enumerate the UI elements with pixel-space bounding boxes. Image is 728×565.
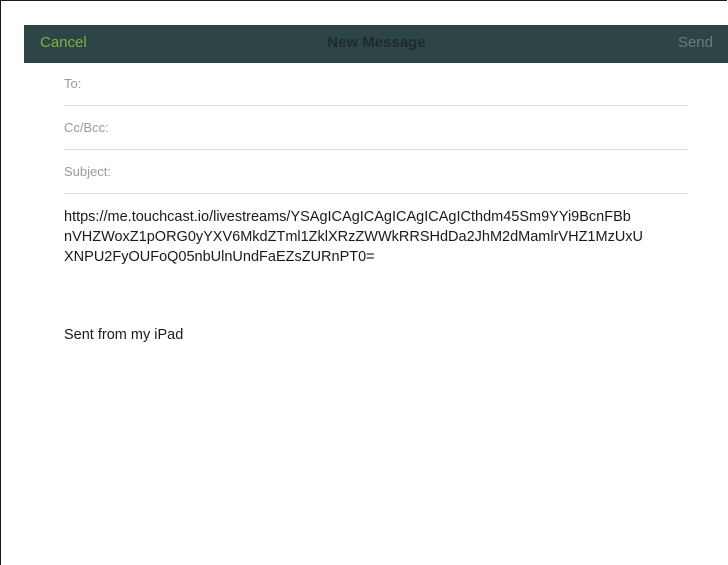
- cc-bcc-field[interactable]: Cc/Bcc:: [64, 107, 688, 150]
- to-field[interactable]: To:: [64, 63, 688, 106]
- message-link-line-1[interactable]: https://me.touchcast.io/livestreams/YSAg…: [64, 207, 694, 227]
- subject-label: Subject:: [64, 164, 111, 179]
- page-title: New Message: [327, 34, 426, 51]
- compose-window: Cancel New Message Send To: Cc/Bcc: Subj…: [0, 0, 728, 565]
- cc-bcc-label: Cc/Bcc:: [64, 120, 109, 135]
- send-button[interactable]: Send: [678, 34, 713, 51]
- email-signature[interactable]: Sent from my iPad: [64, 327, 183, 343]
- message-link-line-2[interactable]: nVHZWoxZ1pORG0yYXV6MkdZTml1ZklXRzZWWkRRS…: [64, 227, 694, 247]
- compose-navbar: Cancel New Message Send: [24, 25, 728, 63]
- subject-field[interactable]: Subject:: [64, 151, 688, 194]
- subject-input[interactable]: [128, 159, 688, 187]
- message-link-line-3[interactable]: XNPU2FyOUFoQ05nbUlnUndFaEZsZURnPT0=: [64, 247, 694, 267]
- message-body[interactable]: https://me.touchcast.io/livestreams/YSAg…: [64, 207, 694, 267]
- to-input[interactable]: [124, 71, 688, 99]
- to-label: To:: [64, 76, 82, 91]
- cc-bcc-input[interactable]: [124, 115, 688, 143]
